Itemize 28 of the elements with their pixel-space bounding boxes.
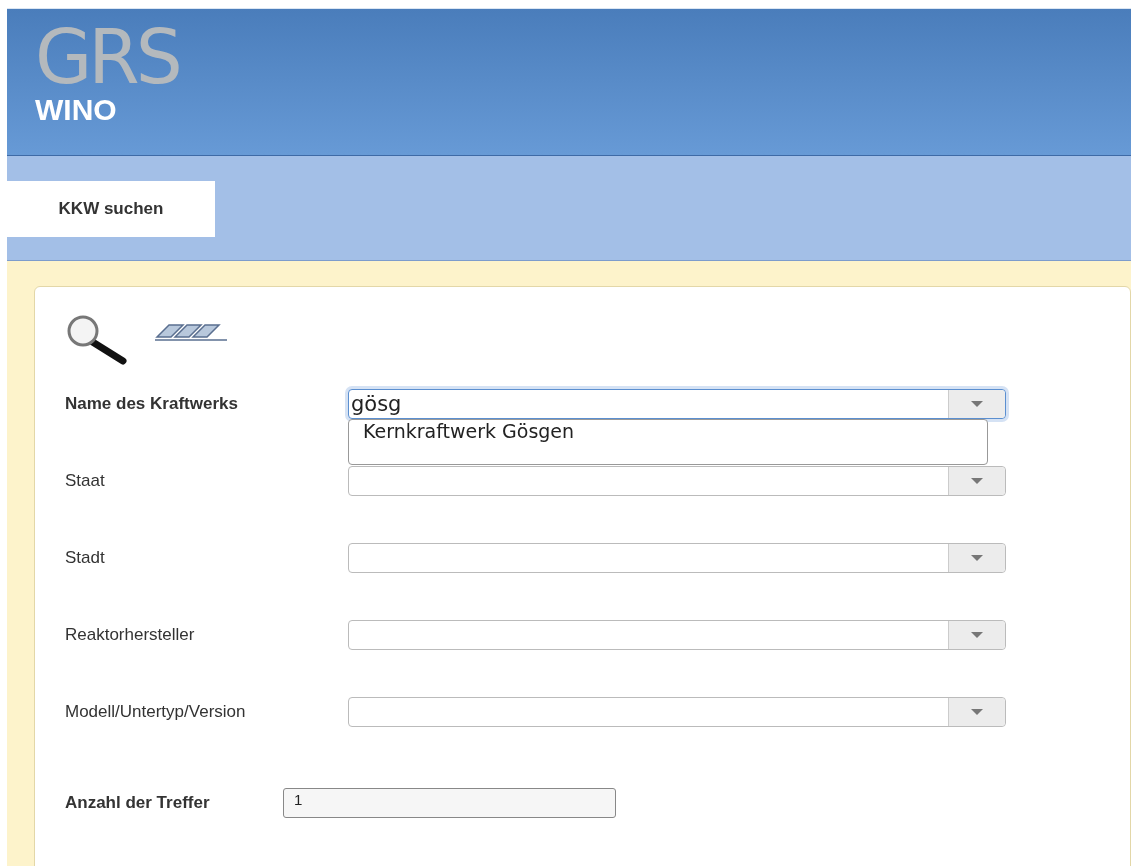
tab[interactable]: KKW suchen — [7, 181, 215, 237]
field-label: Staat — [65, 470, 106, 491]
field-label: Stadt — [65, 547, 106, 568]
caret-icon — [971, 400, 983, 407]
combo-box[interactable] — [348, 696, 1006, 727]
combo-box[interactable] — [348, 465, 1006, 496]
field-label: Modell/Untertyp/Version — [65, 701, 247, 722]
caret-icon — [971, 477, 983, 484]
dropdown-button[interactable] — [948, 543, 1005, 572]
dropdown-button[interactable] — [948, 697, 1005, 726]
erase-icon[interactable] — [153, 321, 229, 343]
combo-box[interactable] — [348, 542, 1006, 573]
combo-box[interactable] — [348, 619, 1006, 650]
caret-icon — [971, 554, 983, 561]
field-label: Name des Kraftwerks — [65, 393, 239, 414]
field-label: Reaktorhersteller — [65, 624, 196, 645]
field-label: Anzahl der Treffer — [65, 792, 211, 813]
count-field: 1 — [283, 787, 616, 818]
dropdown-button[interactable] — [948, 389, 1005, 418]
search-icon[interactable] — [65, 315, 127, 365]
caret-icon — [971, 631, 983, 638]
suggestion-item[interactable]: Kernkraftwerk Gösgen — [349, 419, 987, 464]
dropdown-button[interactable] — [948, 620, 1005, 649]
caret-icon — [971, 708, 983, 715]
logo-name: WINO — [35, 93, 117, 127]
combo-box[interactable]: gösg — [348, 388, 1006, 419]
dropdown-button[interactable] — [948, 466, 1005, 495]
logo-mark: GRS — [35, 23, 179, 91]
